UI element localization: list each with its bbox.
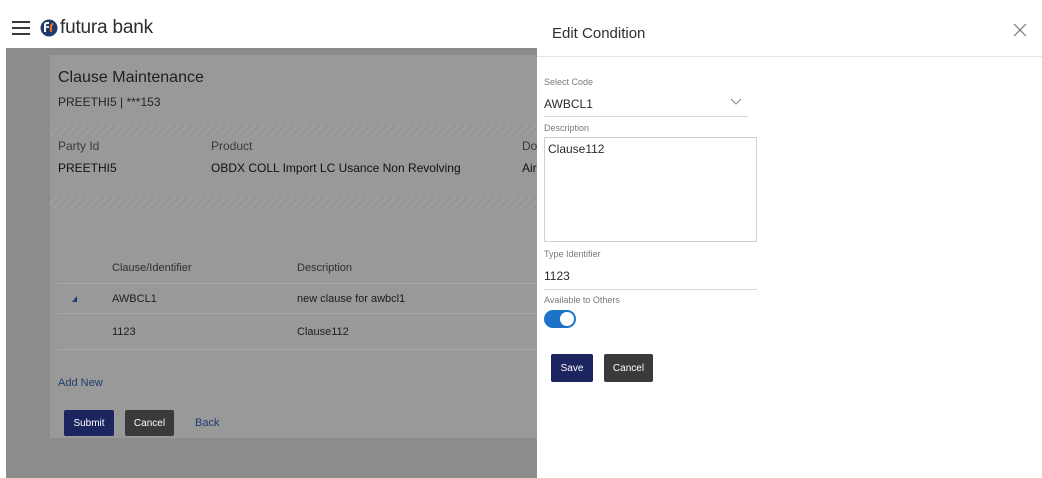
hamburger-menu-icon[interactable] <box>12 21 30 35</box>
select-code-value: AWBCL1 <box>544 97 593 111</box>
available-to-others-toggle[interactable] <box>544 310 576 328</box>
clause-maintenance-panel: Clause Maintenance PREETHI5 | ***153 Par… <box>50 55 543 438</box>
product-label: Product <box>211 139 253 153</box>
brand-name: futura bank <box>60 17 153 38</box>
cancel-button[interactable]: Cancel <box>125 410 174 436</box>
type-identifier-label: Type Identifier <box>544 249 601 259</box>
party-id-value: PREETHI5 <box>58 161 117 175</box>
top-bar: futura bank <box>6 8 537 48</box>
row-description: Clause112 <box>297 325 349 338</box>
expand-triangle-icon[interactable] <box>72 295 77 302</box>
row-description: new clause for awbcl1 <box>297 292 406 305</box>
main-app: futura bank Clause Maintenance PREETHI5 … <box>6 8 543 478</box>
drawer-title: Edit Condition <box>552 25 646 42</box>
product-value: OBDX COLL Import LC Usance Non Revolving <box>211 161 461 175</box>
page-title: Clause Maintenance <box>58 69 204 86</box>
dimmed-content: Clause Maintenance PREETHI5 | ***153 Par… <box>6 48 543 478</box>
available-to-others-label: Available to Others <box>544 295 620 305</box>
header-clause-identifier: Clause/Identifier <box>112 261 192 274</box>
row-identifier: AWBCL1 <box>112 292 157 305</box>
description-textarea[interactable]: Clause112 <box>544 137 757 242</box>
row-identifier: 1123 <box>112 325 136 338</box>
table-row[interactable]: AWBCL1 new clause for awbcl1 <box>58 284 537 314</box>
drawer-cancel-button[interactable]: Cancel <box>604 354 653 382</box>
futura-logo-icon <box>40 19 58 37</box>
page-subtitle: PREETHI5 | ***153 <box>58 95 161 109</box>
add-new-link[interactable]: Add New <box>58 377 103 389</box>
brand-logo[interactable]: futura bank <box>40 17 153 39</box>
document-value: Air <box>522 161 537 175</box>
submit-button[interactable]: Submit <box>64 410 114 436</box>
drawer-divider <box>537 56 1042 57</box>
table-header: Clause/Identifier Description <box>58 252 537 284</box>
table-row[interactable]: 1123 Clause112 <box>58 314 537 350</box>
header-description: Description <box>297 261 353 274</box>
party-id-label: Party Id <box>58 139 100 153</box>
edit-condition-drawer: Edit Condition Select Code AWBCL1 Descri… <box>537 8 1042 478</box>
description-label: Description <box>544 123 590 133</box>
close-icon[interactable] <box>1013 23 1027 37</box>
select-code-dropdown[interactable]: AWBCL1 <box>544 93 748 117</box>
type-identifier-field[interactable]: 1123 <box>544 264 757 290</box>
save-button[interactable]: Save <box>551 354 593 382</box>
chevron-down-icon <box>730 98 742 105</box>
toggle-knob <box>559 311 575 327</box>
back-link[interactable]: Back <box>195 417 219 429</box>
select-code-label: Select Code <box>544 77 594 87</box>
party-info-band: Party Id PREETHI5 Product OBDX COLL Impo… <box>50 125 543 209</box>
